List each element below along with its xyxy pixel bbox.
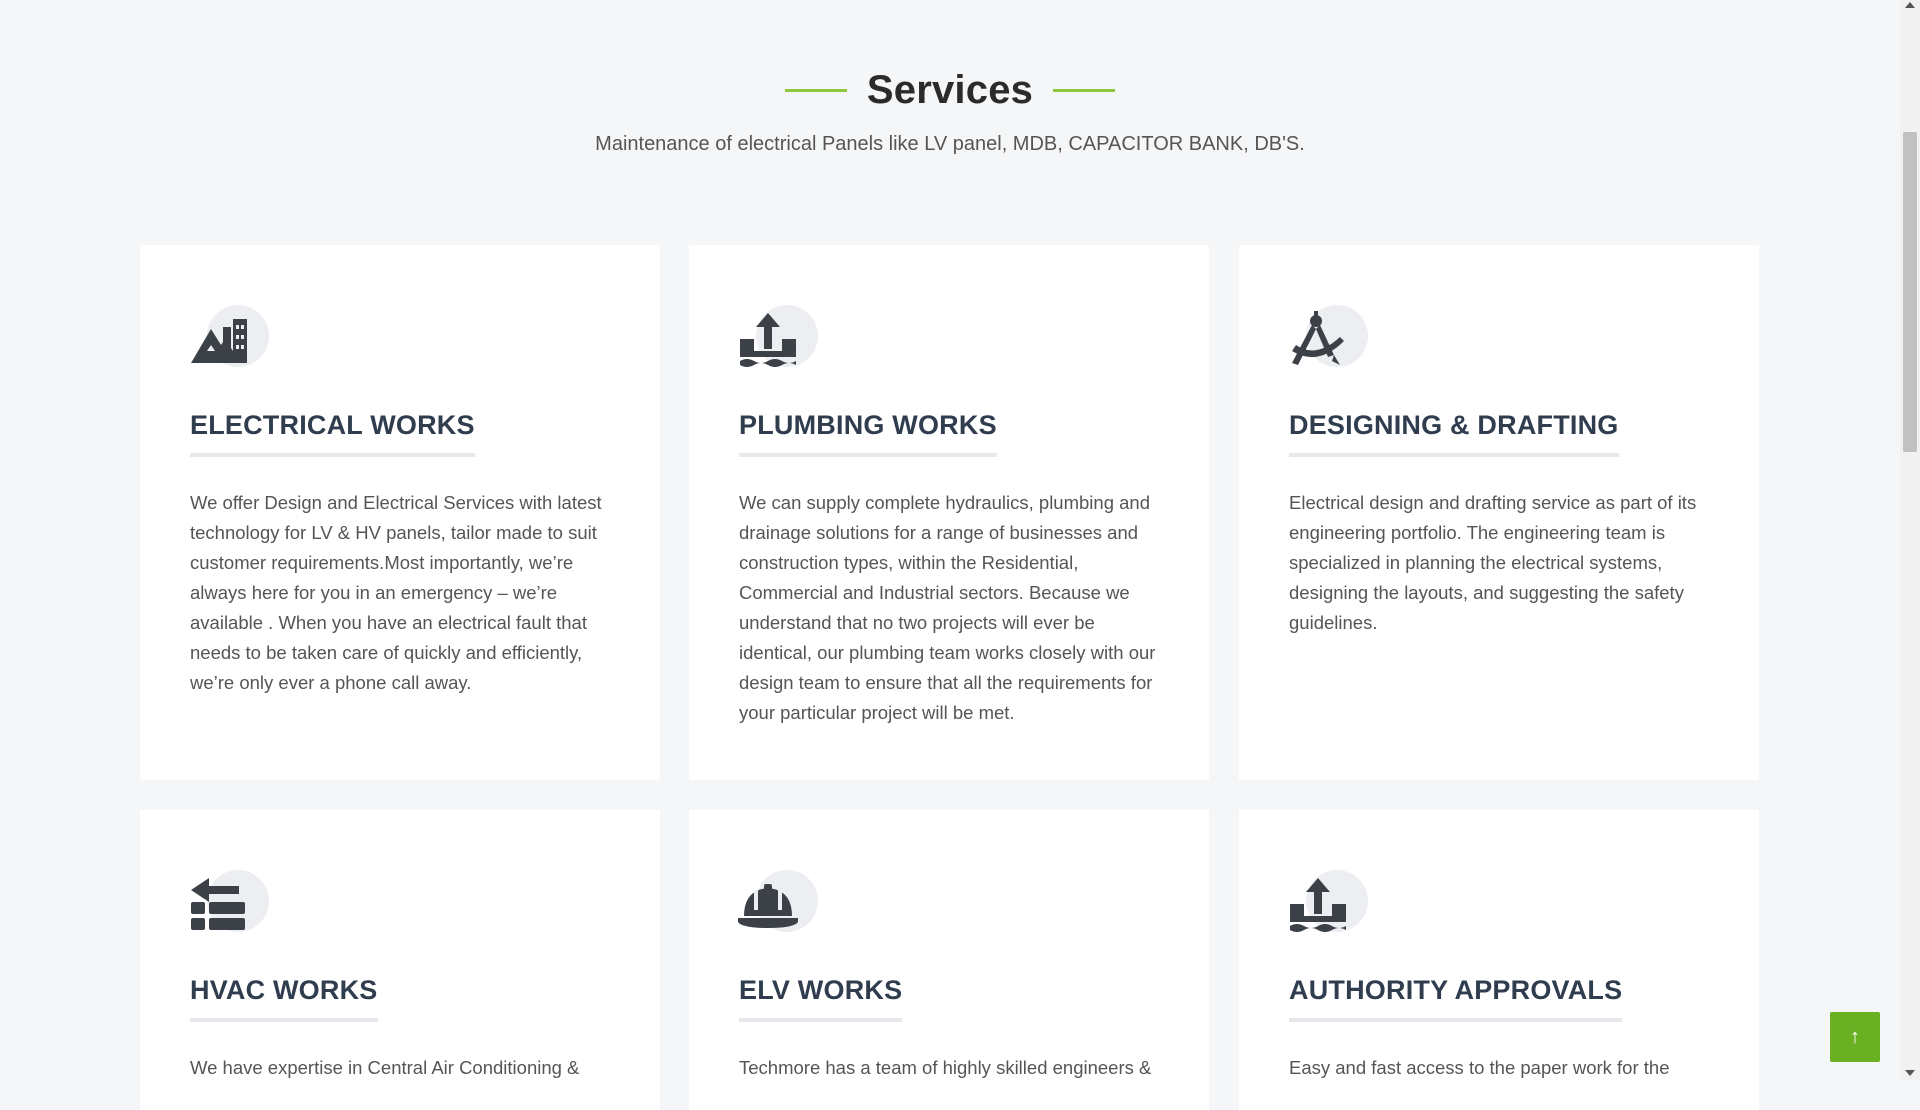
service-title: HVAC WORKS (190, 975, 378, 1022)
drafting-compass-icon (1288, 305, 1368, 367)
scroll-down-arrow-icon[interactable] (1905, 1070, 1915, 1076)
service-description: Easy and fast access to the paper work f… (1289, 1057, 1670, 1078)
hard-hat-icon (738, 870, 818, 932)
services-section: Services Maintenance of electrical Panel… (0, 0, 1900, 1110)
service-card-authority: AUTHORITY APPROVALS Easy and fast access… (1239, 810, 1759, 1110)
service-title: ELV WORKS (739, 975, 903, 1022)
service-title: ELECTRICAL WORKS (190, 410, 475, 457)
service-card-hvac: HVAC WORKS We have expertise in Central … (140, 810, 660, 1110)
service-description: We offer Design and Electrical Services … (190, 492, 602, 693)
title-line-left (784, 89, 847, 92)
scroll-up-arrow-icon[interactable] (1905, 2, 1915, 8)
title-row: Services (0, 68, 1900, 113)
service-card-elv: ELV WORKS Techmore has a team of highly … (689, 810, 1209, 1110)
section-title: Services (866, 68, 1034, 112)
arrow-up-icon: ↑ (1850, 1025, 1860, 1048)
scrollbar-thumb[interactable] (1903, 132, 1917, 452)
water-upload-icon (738, 305, 818, 367)
service-title: AUTHORITY APPROVALS (1289, 975, 1623, 1022)
service-title: PLUMBING WORKS (739, 410, 997, 457)
service-description: We can supply complete hydraulics, plumb… (739, 492, 1156, 723)
mountain-buildings-icon (189, 305, 269, 367)
vertical-scrollbar[interactable] (1900, 0, 1920, 1080)
service-description: Electrical design and drafting service a… (1289, 492, 1697, 633)
water-upload-icon (1288, 870, 1368, 932)
service-card-designing: DESIGNING & DRAFTING Electrical design a… (1239, 245, 1759, 780)
service-description: We have expertise in Central Air Conditi… (190, 1057, 580, 1078)
service-card-plumbing: PLUMBING WORKS We can supply complete hy… (689, 245, 1209, 780)
section-subtitle: Maintenance of electrical Panels like LV… (595, 133, 1305, 155)
service-card-electrical: ELECTRICAL WORKS We offer Design and Ele… (140, 245, 660, 780)
back-to-top-button[interactable]: ↑ (1830, 1012, 1880, 1062)
service-description: Techmore has a team of highly skilled en… (739, 1057, 1152, 1078)
section-header: Services Maintenance of electrical Panel… (0, 68, 1900, 156)
title-line-right (1053, 89, 1116, 92)
service-title: DESIGNING & DRAFTING (1289, 410, 1619, 457)
trowel-bricks-icon (189, 870, 269, 932)
